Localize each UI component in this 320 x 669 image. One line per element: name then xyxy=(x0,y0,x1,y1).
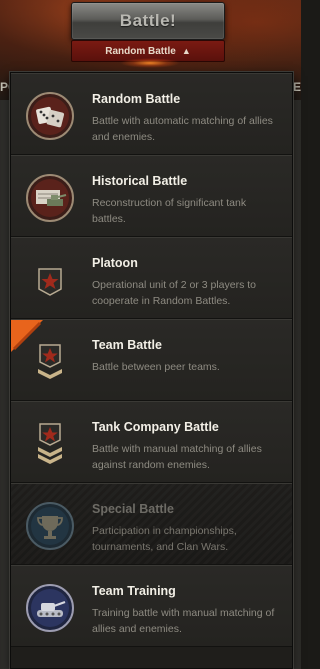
menu-item-historical-battle[interactable]: Historical Battle Reconstruction of sign… xyxy=(11,155,292,237)
menu-item-description: Reconstruction of significant tank battl… xyxy=(92,197,247,225)
menu-item-description: Battle between peer teams. xyxy=(92,361,220,373)
training-tank-icon xyxy=(26,584,74,632)
selector-glow xyxy=(120,58,180,68)
dice-icon xyxy=(26,92,74,140)
star-double-chevron-icon xyxy=(38,423,62,464)
menu-item-title: Tank Company Battle xyxy=(92,420,219,434)
battle-mode-dropdown: Random Battle Battle with automatic matc… xyxy=(10,72,293,669)
chevron-up-icon: ▲ xyxy=(181,46,191,56)
menu-item-title: Team Training xyxy=(92,584,176,598)
menu-item-description: Participation in championships, tourname… xyxy=(92,525,237,553)
menu-item-random-battle[interactable]: Random Battle Battle with automatic matc… xyxy=(11,73,292,155)
menu-item-title: Platoon xyxy=(92,256,138,270)
battle-mode-label: Random Battle xyxy=(105,45,176,57)
menu-item-team-training[interactable]: Team Training Training battle with manua… xyxy=(11,565,292,647)
background-text-right: E xyxy=(292,80,301,94)
menu-item-description: Operational unit of 2 or 3 players to co… xyxy=(92,279,257,307)
menu-item-team-battle[interactable]: Team Battle Battle between peer teams. xyxy=(11,319,292,401)
menu-item-title: Special Battle xyxy=(92,502,174,516)
menu-item-special-battle: Special Battle Participation in champion… xyxy=(11,483,292,565)
star-chevron-icon xyxy=(38,344,62,379)
star-shield-icon xyxy=(38,268,62,296)
menu-item-description: Battle with automatic matching of allies… xyxy=(92,115,273,143)
menu-item-description: Battle with manual matching of allies ag… xyxy=(92,443,262,471)
historical-tank-icon xyxy=(26,174,74,222)
menu-item-description: Training battle with manual matching of … xyxy=(92,607,275,635)
battle-button[interactable]: Battle! xyxy=(71,2,225,40)
menu-item-title: Historical Battle xyxy=(92,174,188,188)
trophy-icon xyxy=(26,502,74,550)
menu-item-title: Team Battle xyxy=(92,338,162,352)
menu-item-tank-company-battle[interactable]: Tank Company Battle Battle with manual m… xyxy=(11,401,292,483)
menu-item-title: Random Battle xyxy=(92,92,181,106)
menu-item-platoon[interactable]: Platoon Operational unit of 2 or 3 playe… xyxy=(11,237,292,319)
